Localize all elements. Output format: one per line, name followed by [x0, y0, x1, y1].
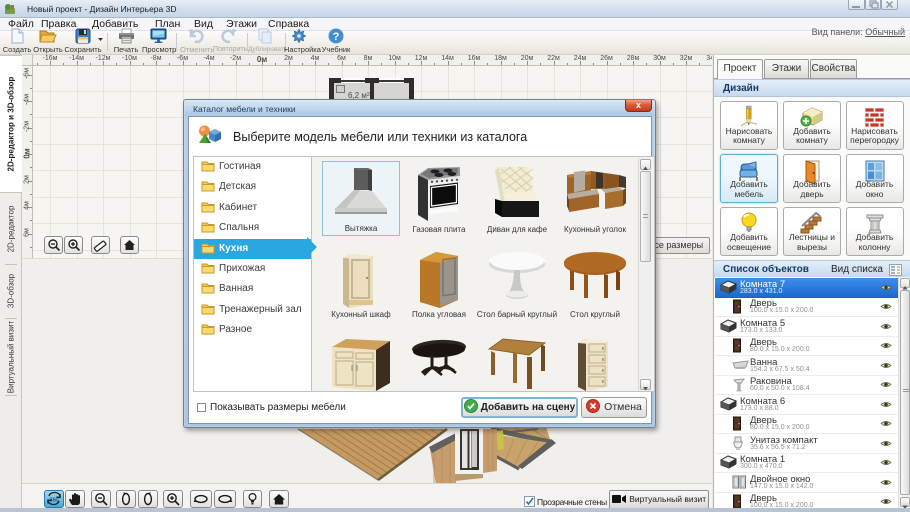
svg-text:360: 360 — [49, 498, 58, 504]
svg-text:?: ? — [333, 31, 340, 43]
